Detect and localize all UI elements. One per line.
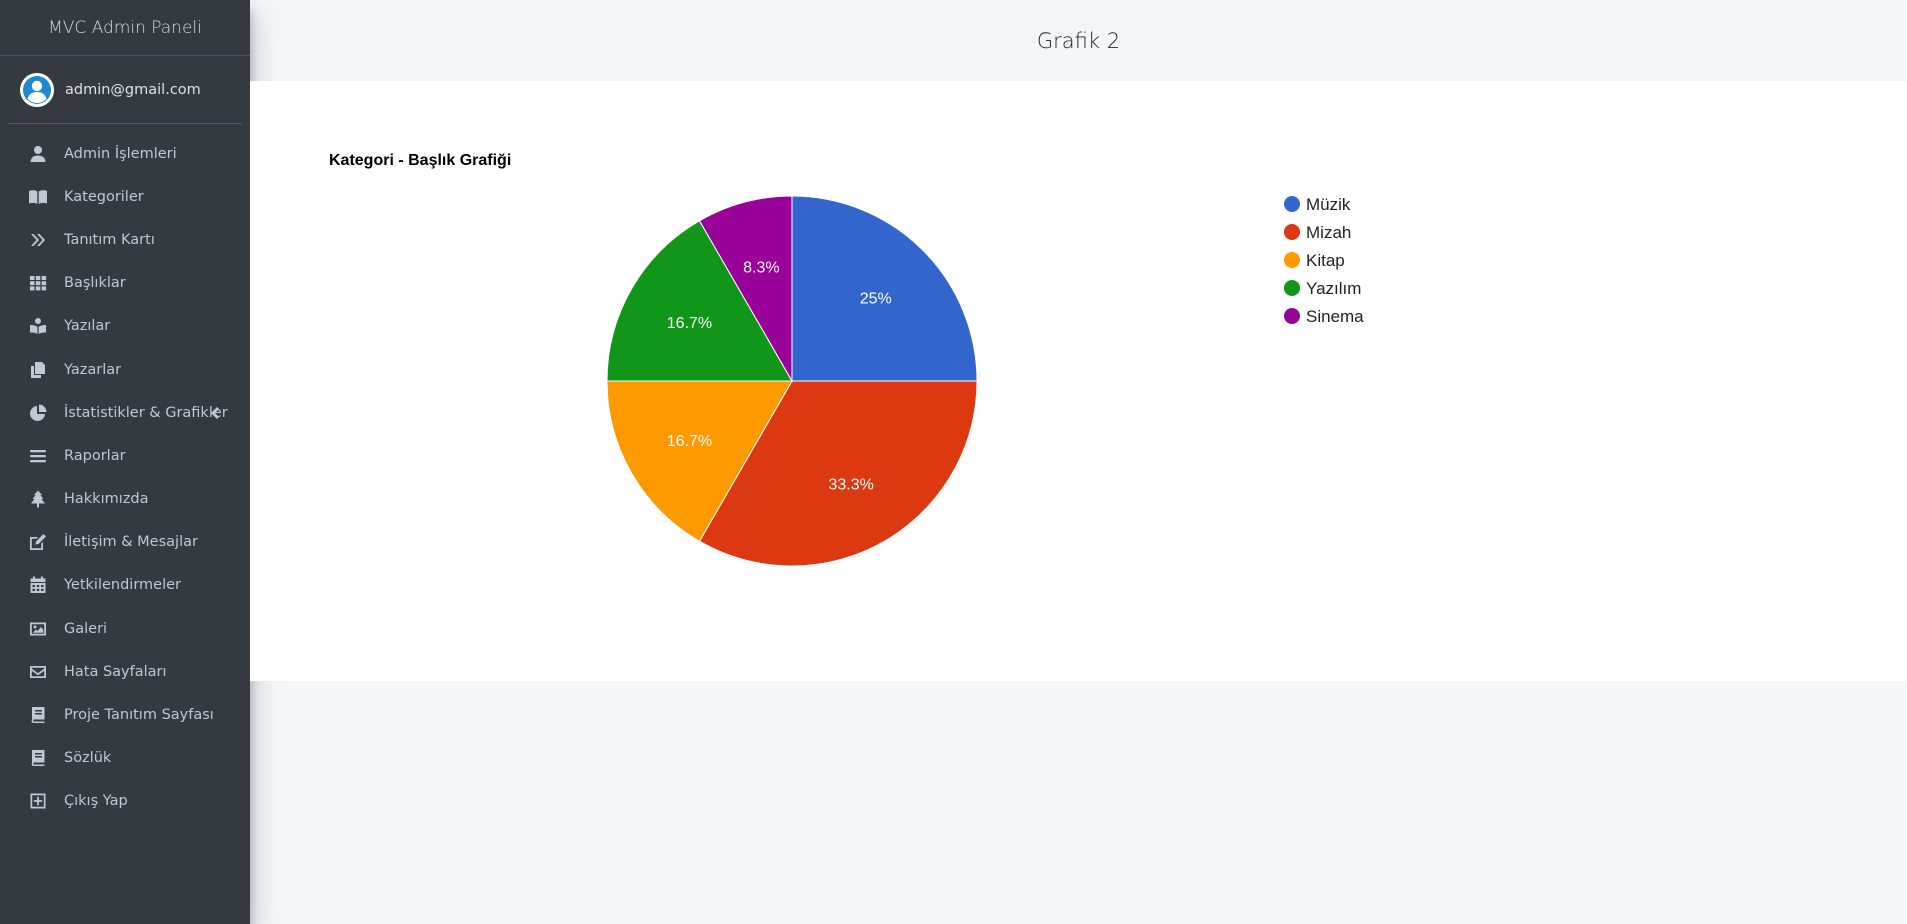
chevron-left-icon[interactable] [210,406,220,420]
sidebar-item-label: Yazarlar [64,361,122,378]
legend-marker [1284,196,1300,212]
sidebar-item-label: Raporlar [64,447,126,464]
sidebar-item-label: Proje Tanıtım Sayfası [64,707,214,724]
legend-item[interactable]: Yazılım [1284,279,1361,298]
sidebar-item-label: İletişim & Mesajlar [64,534,198,551]
sidebar-item-label: İstatistikler & Grafikler [64,404,228,421]
pie-slice-label: 16.7% [667,315,712,332]
sidebar-item-label: Galeri [64,620,108,637]
edit-icon [28,533,48,551]
sidebar-item-label: Hata Sayfaları [64,663,167,680]
book-reader-icon [28,317,48,335]
pie-slice-label: 25% [860,290,892,307]
sidebar-item-hakkimizda[interactable]: Hakkımızda [8,478,242,521]
sidebar-item-kategoriler[interactable]: Kategoriler [8,175,242,218]
sidebar-item-galeri[interactable]: Galeri [8,607,242,650]
sidebar-item-label: Yetkilendirmeler [64,577,181,594]
sidebar-nav: Admin İşlemleri Kategoriler Tanıtım Kart… [0,124,250,823]
sidebar-item-label: Başlıklar [64,275,126,292]
pie-slice-0[interactable] [791,195,978,382]
sidebar-item-yazilar[interactable]: Yazılar [8,305,242,348]
tree-icon [28,490,48,508]
legend-label: Sinema [1306,307,1364,326]
legend-label: Müzik [1306,195,1351,214]
sidebar-item-iletisim-mesajlar[interactable]: İletişim & Mesajlar [8,521,242,564]
legend-item[interactable]: Mizah [1284,223,1351,242]
legend-item[interactable]: Kitap [1284,251,1345,270]
envelope-icon [28,663,48,681]
legend-label: Mizah [1306,223,1351,242]
legend-item[interactable]: Müzik [1284,195,1351,214]
sidebar-item-sozluk[interactable]: Sözlük [8,737,242,780]
plus-square-icon [28,792,48,810]
sidebar-item-admin-islemleri[interactable]: Admin İşlemleri [8,132,242,175]
sidebar: MVC Admin Paneli admin@gmail.com Admin İ… [0,0,250,924]
chart-pie-icon [28,404,48,422]
sidebar-item-raporlar[interactable]: Raporlar [8,434,242,477]
legend-marker [1284,308,1300,324]
page-title: Grafik 2 [1036,28,1121,53]
sidebar-item-tanitim-karti[interactable]: Tanıtım Kartı [8,218,242,261]
angle-double-right-icon [28,231,48,249]
pie-slices [606,195,978,567]
page-header: Grafik 2 [250,0,1907,81]
legend-item[interactable]: Sinema [1284,307,1364,326]
bars-icon [28,447,48,465]
sidebar-item-label: Kategoriler [64,188,144,205]
legend-marker [1284,224,1300,240]
sidebar-item-label: Çıkış Yap [64,793,128,810]
calendar-icon [28,576,48,594]
grid-icon [28,274,48,292]
sidebar-item-label: Yazılar [64,318,111,335]
legend-marker [1284,252,1300,268]
sidebar-item-hata-sayfalari[interactable]: Hata Sayfaları [8,650,242,693]
sidebar-item-istatistikler-grafikler[interactable]: İstatistikler & Grafikler [8,391,242,434]
legend-label: Kitap [1306,251,1345,270]
sidebar-item-yazarlar[interactable]: Yazarlar [8,348,242,391]
brand-title[interactable]: MVC Admin Paneli [0,0,250,56]
sidebar-item-proje-tanitim-sayfasi[interactable]: Proje Tanıtım Sayfası [8,693,242,736]
image-icon [28,620,48,638]
pie-slice-label: 16.7% [667,433,712,450]
sidebar-item-cikis-yap[interactable]: Çıkış Yap [8,780,242,823]
chart-legend: Müzik Mizah Kitap Yazılım Sinema [1284,195,1364,326]
chart-card: Kategori - Başlık Grafiği 25% 33.3% 16.7% 1… [250,81,1907,681]
book-open-icon [28,188,48,206]
sidebar-item-label: Sözlük [64,750,112,767]
sidebar-item-basliklar[interactable]: Başlıklar [8,262,242,305]
pie-chart: Kategori - Başlık Grafiği 25% 33.3% 16.7% 1… [329,152,1364,567]
sidebar-item-yetkilendirmeler[interactable]: Yetkilendirmeler [8,564,242,607]
copy-icon [28,361,48,379]
user-icon [28,145,48,163]
user-email[interactable]: admin@gmail.com [65,82,201,98]
legend-marker [1284,280,1300,296]
user-panel: admin@gmail.com [8,56,242,124]
pie-slice-label: 33.3% [829,477,874,494]
book-icon [28,706,48,724]
user-circle-icon[interactable] [20,72,54,107]
pie-slice-label: 8.3% [743,260,779,277]
legend-label: Yazılım [1306,279,1361,298]
sidebar-item-label: Hakkımızda [64,491,149,508]
sidebar-item-label: Tanıtım Kartı [64,231,155,248]
sidebar-item-label: Admin İşlemleri [64,145,177,162]
chart-title: Kategori - Başlık Grafiği [329,152,511,169]
book-icon [28,749,48,767]
